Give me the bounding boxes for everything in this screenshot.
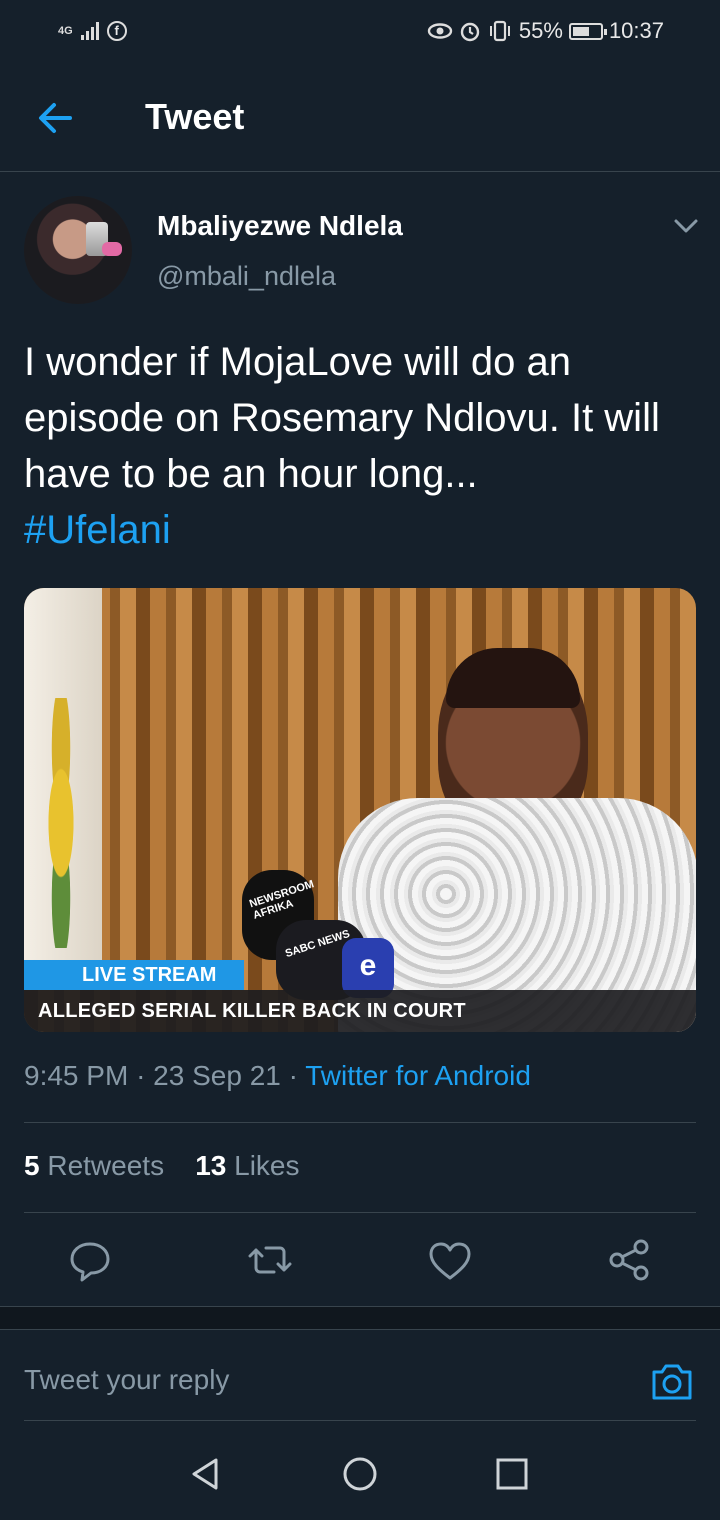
signal-icon bbox=[80, 22, 99, 40]
engagement-stats: 5 Retweets 13 Likes bbox=[24, 1150, 300, 1182]
likes-stat[interactable]: 13 Likes bbox=[195, 1150, 299, 1181]
tweet-body: I wonder if MojaLove will do an episode … bbox=[24, 340, 660, 496]
facebook-icon: f bbox=[106, 21, 127, 41]
reply-underline bbox=[24, 1420, 696, 1421]
news-headline: ALLEGED SERIAL KILLER BACK IN COURT bbox=[24, 990, 696, 1032]
flag-decoration bbox=[24, 588, 102, 988]
retweet-icon[interactable] bbox=[240, 1230, 300, 1290]
divider bbox=[24, 1122, 696, 1123]
reply-input[interactable]: Tweet your reply bbox=[24, 1364, 229, 1396]
alarm-icon bbox=[460, 22, 480, 42]
battery-percent: 55% bbox=[518, 18, 563, 43]
status-left: 4G f bbox=[58, 16, 127, 46]
status-right: 55% 10:37 bbox=[427, 16, 664, 46]
chevron-down-icon[interactable] bbox=[672, 214, 700, 238]
retweets-stat[interactable]: 5 Retweets bbox=[24, 1150, 164, 1181]
battery-icon bbox=[568, 22, 607, 40]
status-bar: 4G f 55% 10:37 bbox=[0, 0, 720, 62]
tweet-meta: 9:45 PM · 23 Sep 21 · Twitter for Androi… bbox=[24, 1060, 531, 1092]
section-separator bbox=[0, 1306, 720, 1330]
meta-separator: · bbox=[136, 1060, 146, 1091]
nav-back-icon[interactable] bbox=[186, 1454, 226, 1494]
hashtag-link[interactable]: #Ufelani bbox=[24, 502, 704, 558]
avatar[interactable] bbox=[24, 196, 132, 304]
live-stream-banner: LIVE STREAM bbox=[24, 960, 244, 990]
microphone-enca: e bbox=[342, 938, 394, 998]
tweet-time: 9:45 PM bbox=[24, 1060, 129, 1091]
tweet-date: 23 Sep 21 bbox=[153, 1060, 281, 1091]
system-nav-bar bbox=[0, 1430, 720, 1520]
clock: 10:37 bbox=[608, 18, 664, 43]
like-icon[interactable] bbox=[420, 1230, 480, 1290]
author-handle[interactable]: @mbali_ndlela bbox=[157, 261, 336, 292]
back-arrow-icon[interactable] bbox=[30, 96, 80, 140]
divider bbox=[24, 1212, 696, 1213]
meta-separator-2: · bbox=[288, 1060, 298, 1091]
author-name[interactable]: Mbaliyezwe Ndlela bbox=[157, 210, 403, 242]
tweet-media-image[interactable]: NEWSROOM AFRIKA SABC NEWS e LIVE STREAM … bbox=[24, 588, 696, 1032]
tweet-source-link[interactable]: Twitter for Android bbox=[305, 1060, 531, 1091]
page-title: Tweet bbox=[145, 96, 245, 137]
nav-recents-icon[interactable] bbox=[492, 1454, 532, 1494]
tweet-actions bbox=[0, 1230, 720, 1290]
tweet-text: I wonder if MojaLove will do an episode … bbox=[24, 334, 704, 558]
nav-home-icon[interactable] bbox=[340, 1454, 380, 1494]
camera-icon[interactable] bbox=[648, 1358, 696, 1406]
eye-icon bbox=[427, 23, 453, 39]
network-type: 4G bbox=[58, 25, 73, 37]
top-app-bar: Tweet bbox=[0, 62, 720, 172]
reply-icon[interactable] bbox=[60, 1230, 120, 1290]
share-icon[interactable] bbox=[600, 1230, 660, 1290]
vibrate-icon bbox=[489, 20, 510, 42]
